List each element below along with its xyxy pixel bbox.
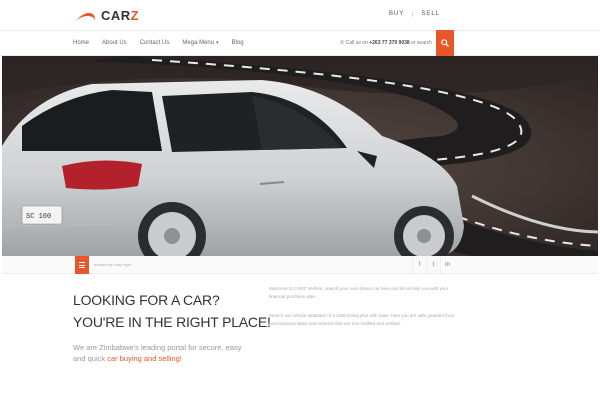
twitter-icon[interactable]: t xyxy=(426,256,440,274)
page-headline: LOOKING FOR A CAR? YOU'RE IN THE RIGHT P… xyxy=(73,289,271,333)
chevron-down-icon: ▾ xyxy=(216,40,219,46)
nav-item-about-us[interactable]: About Us xyxy=(102,40,127,46)
sell-link[interactable]: SELL xyxy=(412,11,448,17)
nav-menu: Home About Us Contact Us Mega Menu ▾ Blog xyxy=(73,40,257,46)
svg-text:SC 100: SC 100 xyxy=(26,213,51,221)
top-nav: BUY SELL xyxy=(381,11,448,17)
intro-text: We are Zimbabwe's leading portal for sec… xyxy=(73,342,243,364)
linkedin-icon[interactable]: in xyxy=(440,256,454,274)
welcome-paragraph: Welcome to CARZ Verified, search your ne… xyxy=(269,286,449,299)
top-header: CARZ BUY SELL xyxy=(0,0,600,30)
intro-highlight[interactable]: car buying and selling! xyxy=(107,354,182,363)
phone-icon: ✆ xyxy=(340,40,345,46)
mega-menu-label: Mega Menu xyxy=(182,40,215,46)
search-button[interactable] xyxy=(436,30,454,56)
facebook-icon[interactable]: f xyxy=(412,256,426,274)
call-suffix: or search xyxy=(411,40,432,46)
logo-text: CAR xyxy=(101,8,131,23)
brand-logo[interactable]: CARZ xyxy=(78,8,139,23)
call-info: ✆ Call us on +263 77 379 9038 or search xyxy=(340,40,432,46)
browse-hint: browse by body style xyxy=(94,262,132,267)
nav-item-blog[interactable]: Blog xyxy=(232,40,244,46)
call-prefix: Call us on xyxy=(345,40,368,46)
headline-line-2: YOU'RE IN THE RIGHT PLACE! xyxy=(73,314,271,330)
call-number[interactable]: +263 77 379 9038 xyxy=(369,40,409,46)
hero-toolbar: browse by body style f t in xyxy=(2,256,598,274)
page: CARZ BUY SELL Home About Us Contact Us M… xyxy=(0,0,600,400)
hero-banner: SC 100 xyxy=(2,56,598,256)
nav-item-contact-us[interactable]: Contact Us xyxy=(140,40,170,46)
main-nav: Home About Us Contact Us Mega Menu ▾ Blog… xyxy=(0,30,600,56)
hero-car-image: SC 100 xyxy=(2,56,598,256)
search-paragraph: Search our vehicle database of a 1000 li… xyxy=(269,313,455,326)
logo-swoosh-icon xyxy=(78,11,98,21)
search-icon xyxy=(441,39,449,47)
social-links: f t in xyxy=(412,256,454,274)
buy-link[interactable]: BUY xyxy=(381,11,412,17)
nav-item-home[interactable]: Home xyxy=(73,40,89,46)
headline-line-1: LOOKING FOR A CAR? xyxy=(73,292,220,308)
nav-item-mega-menu[interactable]: Mega Menu ▾ xyxy=(182,40,218,46)
logo-text-accent: Z xyxy=(130,8,140,23)
menu-icon[interactable] xyxy=(75,256,89,274)
